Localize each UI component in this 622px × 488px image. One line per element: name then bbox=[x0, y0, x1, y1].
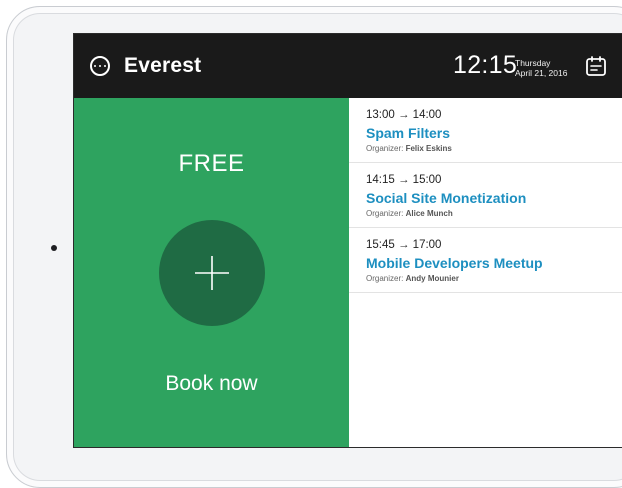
room-status-label: FREE bbox=[178, 150, 245, 177]
meeting-title: Spam Filters bbox=[366, 125, 451, 141]
meeting-title: Mobile Developers Meetup bbox=[366, 255, 543, 271]
meeting-organizer: Organizer: Felix Eskins bbox=[366, 143, 622, 154]
weekday-label: Thursday bbox=[515, 58, 551, 68]
room-name: Everest bbox=[124, 54, 202, 77]
camera-dot bbox=[51, 245, 57, 251]
book-now-label[interactable]: Book now bbox=[74, 372, 349, 396]
plus-icon bbox=[195, 256, 229, 290]
more-options-icon[interactable] bbox=[90, 56, 110, 76]
organizer-name: Felix Eskins bbox=[405, 144, 452, 153]
organizer-label: Organizer: bbox=[366, 209, 404, 218]
current-date: Thursday April 21, 2016 bbox=[515, 58, 567, 78]
header-bar: Everest 12:15 Thursday April 21, 2016 bbox=[74, 34, 622, 98]
meeting-title: Social Site Monetization bbox=[366, 190, 527, 206]
meeting-time: 13:00 → 14:00 bbox=[366, 109, 442, 121]
meetings-list: 13:00 → 14:00 Spam Filters Organizer: Fe… bbox=[349, 98, 622, 447]
meeting-time: 14:15 → 15:00 bbox=[366, 174, 442, 186]
room-status-panel: FREE Book now bbox=[74, 98, 349, 447]
organizer-label: Organizer: bbox=[366, 144, 404, 153]
book-now-button[interactable] bbox=[159, 220, 265, 326]
meeting-item[interactable]: 13:00 → 14:00 Spam Filters Organizer: Fe… bbox=[349, 98, 622, 163]
meeting-time: 15:45 → 17:00 bbox=[366, 239, 442, 251]
current-time: 12:15 bbox=[453, 51, 518, 79]
room-display-screen: Everest 12:15 Thursday April 21, 2016 FR… bbox=[74, 34, 622, 447]
calendar-icon[interactable] bbox=[585, 55, 607, 77]
meeting-organizer: Organizer: Alice Munch bbox=[366, 208, 622, 219]
meeting-organizer: Organizer: Andy Mounier bbox=[366, 273, 622, 284]
meeting-item[interactable]: 14:15 → 15:00 Social Site Monetization O… bbox=[349, 163, 622, 228]
date-label: April 21, 2016 bbox=[515, 68, 568, 78]
meeting-item[interactable]: 15:45 → 17:00 Mobile Developers Meetup O… bbox=[349, 228, 622, 293]
organizer-name: Andy Mounier bbox=[405, 274, 459, 283]
organizer-label: Organizer: bbox=[366, 274, 404, 283]
organizer-name: Alice Munch bbox=[405, 209, 453, 218]
